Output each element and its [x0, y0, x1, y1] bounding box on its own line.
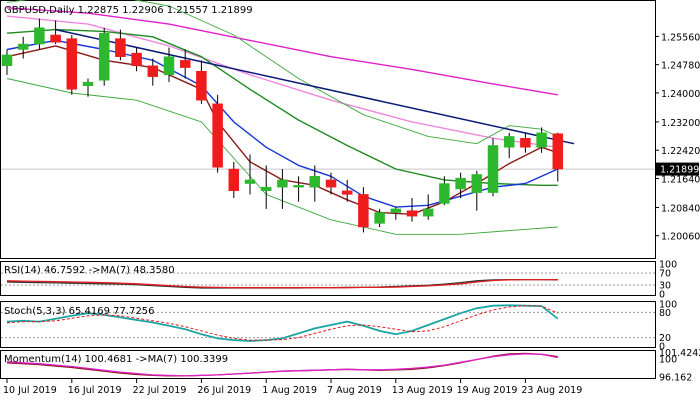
- date-tick-label: 13 Aug 2019: [392, 385, 453, 396]
- date-axis: 10 Jul 2019 16 Jul 2019 22 Jul 2019 26 Jul …: [3, 379, 582, 396]
- rsi-header: RSI(14) 46.7592 ->MA(7) 48.3580: [4, 265, 175, 276]
- bearish-candle: [132, 53, 142, 66]
- price-axis: 1.25560 1.24780 1.24000 1.23200 1.22420 1.216…: [655, 32, 700, 242]
- price-pane: 1.25560 1.24780 1.24000 1.23200 1.22420 1.216…: [1, 0, 700, 259]
- date-tick-label: 19 Aug 2019: [457, 385, 518, 396]
- stoch-pane: 10080200 Stoch(5,3,3) 65.4169 77.7256: [1, 300, 678, 353]
- bullish-candle: [83, 82, 93, 86]
- bearish-candle: [342, 191, 352, 195]
- stoch-header: Stoch(5,3,3) 65.4169 77.7256: [4, 306, 155, 317]
- price-tick-label: 1.20060: [661, 232, 700, 243]
- bullish-candle: [310, 176, 320, 187]
- bullish-candle: [423, 209, 433, 216]
- bullish-candle: [537, 133, 547, 147]
- stoch-tick-label: 80: [659, 308, 671, 319]
- price-tick-label: 1.24000: [661, 89, 700, 100]
- bullish-candle: [439, 184, 449, 204]
- bearish-candle: [180, 60, 190, 67]
- bearish-candle: [67, 39, 77, 90]
- price-tick-label: 1.20840: [661, 203, 700, 214]
- date-tick-label: 16 Jul 2019: [68, 385, 122, 396]
- date-tick-label: 23 Aug 2019: [521, 385, 582, 396]
- chart-root: 1.25560 1.24780 1.24000 1.23200 1.22420 1.216…: [0, 0, 700, 400]
- bullish-candle: [472, 174, 482, 192]
- bullish-candle: [488, 145, 498, 192]
- bullish-candle: [261, 187, 271, 191]
- bullish-candle: [504, 136, 514, 147]
- rsi-axis: 10070300: [659, 260, 677, 301]
- stoch-axis: 10080200: [659, 300, 677, 353]
- current-price-label: 1.21899: [660, 165, 699, 176]
- rsi-tick-label: 70: [659, 269, 671, 280]
- price-tick-label: 1.25560: [661, 32, 700, 43]
- bearish-candle: [51, 35, 61, 42]
- bearish-candle: [196, 71, 206, 100]
- bullish-candle: [391, 209, 401, 213]
- bullish-candle: [456, 178, 466, 189]
- bullish-candle: [375, 213, 385, 224]
- date-tick-label: 10 Jul 2019: [3, 385, 57, 396]
- bullish-candle: [277, 180, 287, 187]
- bullish-candle: [2, 55, 12, 66]
- rsi-pane: 10070300 RSI(14) 46.7592 ->MA(7) 48.3580: [1, 260, 678, 301]
- bearish-candle: [213, 104, 223, 167]
- momentum-header: Momentum(14) 100.4681 ->MA(7) 100.3399: [4, 354, 228, 365]
- date-tick-label: 26 Jul 2019: [197, 385, 251, 396]
- momentum-tick-label: 96.162: [659, 373, 692, 384]
- bearish-candle: [358, 194, 368, 227]
- price-tick-label: 1.24780: [661, 61, 700, 72]
- bearish-candle: [407, 211, 417, 216]
- momentum-pane: 101.424210096.162 Momentum(14) 100.4681 …: [1, 348, 700, 384]
- bearish-candle: [326, 180, 336, 187]
- bullish-candle: [99, 33, 109, 80]
- price-header: GBPUSD,Daily 1.22875 1.22906 1.21557 1.2…: [4, 5, 253, 16]
- price-tick-label: 1.21640: [661, 174, 700, 185]
- bearish-candle: [148, 66, 158, 77]
- momentum-axis: 101.424210096.162: [659, 348, 700, 384]
- gbpusd-daily-chart: 1.25560 1.24780 1.24000 1.23200 1.22420 1.216…: [0, 0, 700, 400]
- date-tick-label: 1 Aug 2019: [262, 385, 317, 396]
- bearish-candle: [115, 39, 125, 57]
- bearish-candle: [553, 134, 563, 169]
- bullish-candle: [164, 57, 174, 75]
- price-tick-label: 1.23200: [661, 118, 700, 129]
- bullish-candle: [18, 44, 28, 49]
- bullish-candle: [245, 180, 255, 184]
- date-tick-label: 22 Jul 2019: [133, 385, 187, 396]
- bearish-candle: [520, 138, 530, 147]
- bearish-candle: [229, 169, 239, 191]
- date-tick-label: 7 Aug 2019: [327, 385, 382, 396]
- momentum-tick-label: 100: [659, 355, 677, 366]
- bullish-candle: [294, 185, 304, 187]
- bullish-candle: [34, 28, 44, 44]
- price-tick-label: 1.22420: [661, 146, 700, 157]
